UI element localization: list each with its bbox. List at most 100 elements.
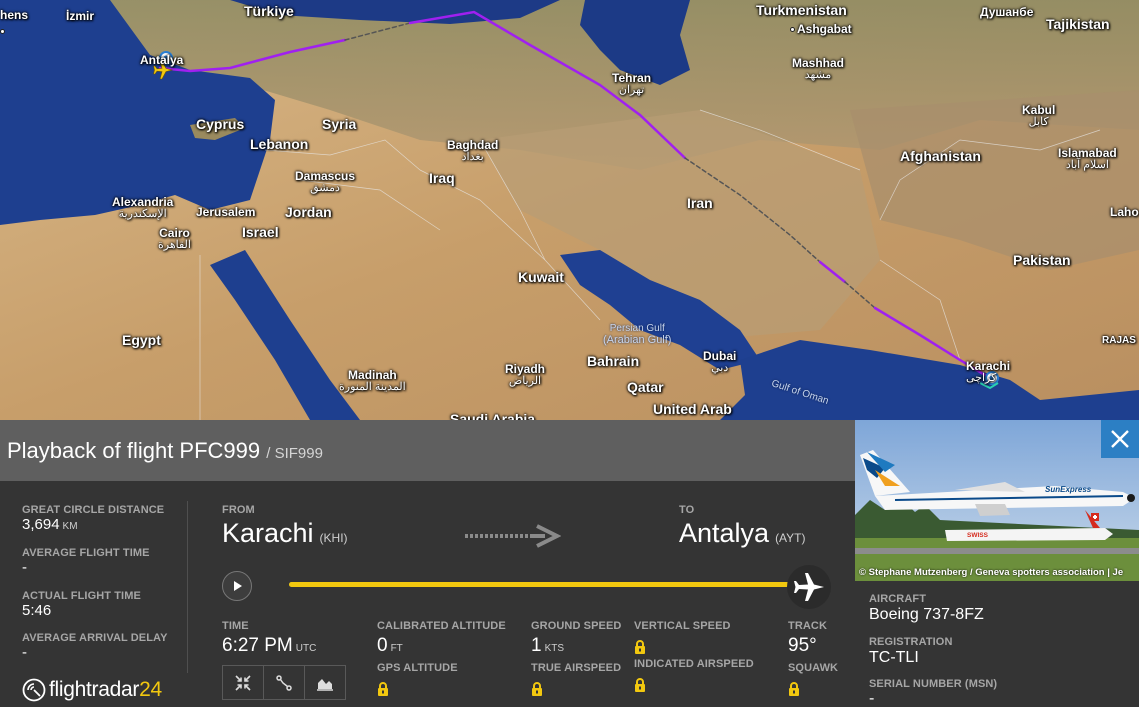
aircraft-panel: SWISS SunExpress © Stephane Mutzenberg /… [855, 420, 1139, 707]
true-airspeed-label: TRUE AIRSPEED [531, 662, 622, 674]
svg-text:SunExpress: SunExpress [1045, 485, 1092, 494]
map-label-tajikistan: Tajikistan [1046, 16, 1110, 32]
avg-flight-time-label: AVERAGE FLIGHT TIME [22, 547, 150, 559]
map-label-damascus: Damascus دمشق [295, 169, 356, 194]
actual-flight-time-value: 5:46 [22, 602, 52, 619]
map-label-syria: Syria [322, 116, 357, 132]
altitude-graph-button[interactable] [305, 666, 345, 699]
from-label: FROM [222, 504, 255, 516]
map-label-athens: hens [0, 8, 29, 22]
aircraft-photo[interactable]: SWISS SunExpress © Stephane Mutzenberg /… [855, 420, 1139, 581]
panel-title: Playback of flight PFC999 / SIF999 [7, 438, 323, 463]
flightradar24-logo[interactable]: flightradar24 [22, 677, 162, 703]
gc-distance-value: 3,694 KM [22, 516, 78, 533]
map-label-jordan: Jordan [285, 204, 332, 220]
map-label-lebanon: Lebanon [250, 136, 309, 152]
map-label-iran: Iran [687, 195, 713, 211]
map-label-kuwait: Kuwait [518, 269, 564, 285]
avg-flight-time-value: - [22, 559, 27, 576]
map-label-afghanistan: Afghanistan [900, 148, 981, 164]
true-airspeed-lock-icon [532, 682, 542, 696]
ground-speed-label: GROUND SPEED [531, 620, 622, 632]
map-label-egypt: Egypt [122, 332, 161, 348]
map-label-israel: Israel [242, 224, 279, 240]
map-label-izmir: İzmir [66, 9, 95, 23]
time-label: TIME [222, 620, 249, 632]
map-label-islamabad: Islamabad اسلام آباد [1058, 146, 1117, 171]
msn-label: SERIAL NUMBER (MSN) [869, 678, 998, 690]
map-label-saudi-arabia: Saudi Arabia [450, 411, 536, 420]
aircraft-photo-image: SWISS SunExpress [855, 420, 1139, 581]
ground-speed-value: 1 KTS [531, 635, 565, 656]
indicated-airspeed-label: INDICATED AIRSPEED [634, 658, 754, 670]
map-label-turkmenistan: Turkmenistan [756, 2, 847, 18]
radar-logo-icon [22, 678, 46, 702]
map-label-antalya: Antalya [140, 53, 184, 67]
map-label-baghdad: Baghdad بغداد [447, 138, 499, 163]
registration-value: TC-TLI [869, 649, 919, 666]
map-label-qatar: Qatar [627, 379, 664, 395]
map-label-rajasthan: RAJAS [1102, 335, 1136, 346]
play-button[interactable] [222, 571, 252, 601]
avg-arrival-delay-label: AVERAGE ARRIVAL DELAY [22, 632, 168, 644]
map-label-persian-gulf: Persian Gulf (Arabian Gulf) [603, 323, 672, 346]
close-icon [1111, 430, 1129, 448]
gc-distance-label: GREAT CIRCLE DISTANCE [22, 504, 165, 516]
chart-area-icon [317, 678, 333, 691]
map-label-alexandria: Alexandria الإسكندرية [112, 195, 174, 220]
indicated-airspeed-lock-icon [635, 678, 645, 692]
close-button[interactable] [1101, 420, 1139, 458]
gps-altitude-lock-icon [378, 682, 388, 696]
actual-flight-time-label: ACTUAL FLIGHT TIME [22, 590, 141, 602]
show-route-button[interactable] [264, 666, 305, 699]
flight-map[interactable]: hens İzmir Türkiye Antalya Turkmenistan … [0, 0, 1139, 420]
avg-arrival-delay-value: - [22, 644, 27, 661]
map-label-uae: United Arab [653, 401, 732, 417]
map-label-karachi: Karachi کراچی [966, 359, 1011, 384]
map-label-iraq: Iraq [429, 170, 455, 186]
map-label-cairo: Cairo القاهرة [158, 226, 191, 251]
map-label-riyadh: Riyadh الرياض [505, 362, 546, 387]
vertical-speed-lock-icon [635, 640, 645, 654]
map-label-dubai: Dubai دبي [703, 349, 737, 374]
squawk-label: SQUAWK [788, 662, 839, 674]
origin-city[interactable]: Karachi (KHI) [222, 518, 348, 549]
msn-value: - [869, 690, 875, 707]
map-label-lahore: Laho [1110, 205, 1139, 219]
play-icon [234, 581, 242, 591]
map-label-athens-dot [0, 25, 7, 37]
aircraft-type-value: Boeing 737-8FZ [869, 606, 984, 623]
map-label-jerusalem: Jerusalem [196, 205, 256, 219]
map-label-pakistan: Pakistan [1013, 252, 1071, 268]
aircraft-type-label: AIRCRAFT [869, 593, 927, 605]
calibrated-altitude-value: 0 FT [377, 635, 403, 656]
compress-arrows-icon [235, 674, 251, 691]
track-value: 95° [788, 635, 817, 656]
map-label-turkiye: Türkiye [244, 3, 294, 19]
panel-divider [187, 501, 188, 673]
photo-credit: © Stephane Mutzenberg / Geneva spotters … [859, 567, 1124, 578]
playback-aircraft-icon[interactable] [786, 564, 832, 610]
destination-city[interactable]: Antalya (AYT) [679, 518, 806, 549]
route-arrow-icon [465, 524, 561, 548]
vertical-speed-label: VERTICAL SPEED [634, 620, 731, 632]
gps-altitude-label: GPS ALTITUDE [377, 662, 458, 674]
to-label: TO [679, 504, 695, 516]
map-label-tehran: Tehran تهران [612, 71, 652, 96]
calibrated-altitude-label: CALIBRATED ALTITUDE [377, 620, 506, 632]
route-icon [276, 674, 292, 691]
map-label-madinah: Madinah المدينة المنورة [339, 368, 406, 393]
registration-label: REGISTRATION [869, 636, 953, 648]
playback-panel: Playback of flight PFC999 / SIF999 GREAT… [0, 420, 855, 707]
callsign-alt: / SIF999 [266, 445, 323, 462]
squawk-lock-icon [789, 682, 799, 696]
time-value: 6:27 PM UTC [222, 635, 317, 656]
map-controls [222, 665, 346, 700]
center-aircraft-button[interactable] [223, 666, 264, 699]
map-label-bahrain: Bahrain [587, 353, 640, 369]
playback-progress-track[interactable] [289, 582, 804, 587]
map-label-mashhad: Mashhad مشهد [792, 56, 845, 81]
panel-header: Playback of flight PFC999 / SIF999 [0, 420, 855, 481]
svg-text:SWISS: SWISS [967, 532, 989, 539]
map-label-cyprus: Cyprus [196, 116, 245, 132]
